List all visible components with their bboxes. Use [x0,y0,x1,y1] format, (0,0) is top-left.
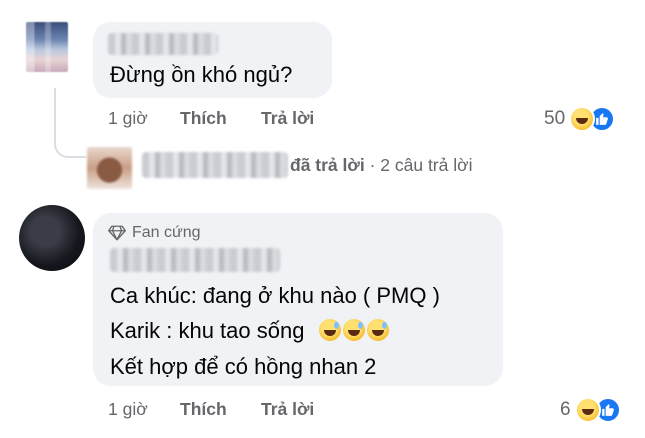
badge-label: Fan cứng [132,224,201,241]
commenter-name-blurred[interactable] [108,33,218,55]
thread-connector [54,88,86,158]
reaction-count: 6 [560,399,571,420]
diamond-icon [108,225,126,241]
comment-timestamp[interactable]: 1 giờ [108,108,148,129]
comment-line: Ca khúc: đang ở khu nào ( PMQ ) [110,283,440,308]
fan-badge[interactable]: Fan cứng [108,224,201,242]
avatar[interactable] [26,22,68,72]
grinning-sweat-emoji-icon [366,319,389,341]
comment-timestamp[interactable]: 1 giờ [108,399,148,420]
reaction-summary[interactable]: 50 [544,106,616,132]
haha-reaction-icon [569,106,596,132]
grinning-sweat-emoji-icon [318,319,341,341]
reply-button[interactable]: Trả lời [261,399,314,420]
view-replies-link[interactable]: đã trả lời · 2 câu trả lời [290,155,472,176]
haha-reaction-icon [574,397,601,423]
reaction-count: 50 [544,108,566,129]
avatar[interactable] [19,205,85,271]
reaction-summary[interactable]: 6 [560,397,621,423]
reply-button[interactable]: Trả lời [261,108,314,129]
comment-text: Đừng ồn khó ngủ? [110,62,293,87]
reply-avatar[interactable] [87,147,132,189]
comment-line: Kết hợp để có hồng nhan 2 [110,354,377,379]
commenter-name-blurred[interactable] [110,248,280,272]
grinning-sweat-emoji-icon [342,319,365,341]
like-button[interactable]: Thích [180,108,227,129]
comment-line-with-emoji: Karik : khu tao sống [110,318,391,344]
replier-name-blurred[interactable] [142,152,288,178]
like-button[interactable]: Thích [180,399,227,420]
